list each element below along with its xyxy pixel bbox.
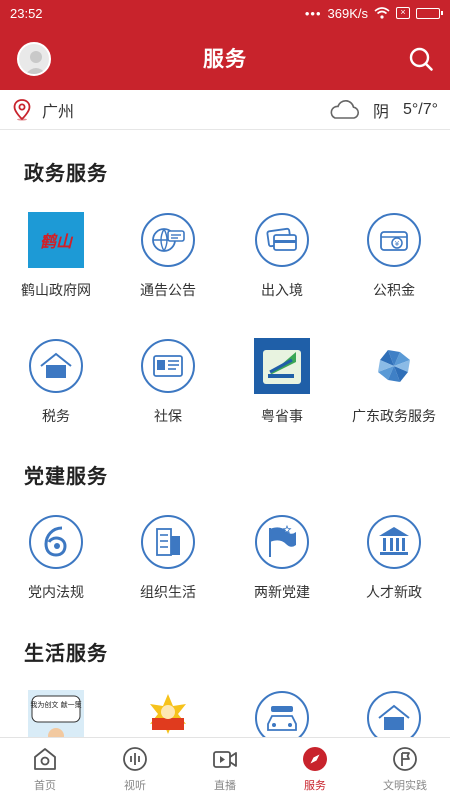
- network-speed: 369K/s: [327, 5, 368, 21]
- page-title: 服务: [203, 48, 247, 71]
- service-label: 鹤山政府网: [21, 282, 91, 298]
- tab-home[interactable]: 首页: [0, 738, 90, 800]
- service-housing-fund[interactable]: ¥ 公积金: [338, 212, 450, 300]
- app-header: 服务: [0, 26, 450, 90]
- yueshengshi-logo-icon: [254, 338, 310, 394]
- battery-icon: [416, 7, 443, 19]
- service-label: 粤省事: [261, 408, 303, 424]
- service-label: 组织生活: [140, 584, 196, 600]
- service-immigration[interactable]: 出入境: [226, 212, 338, 300]
- service-party-regulations[interactable]: 党内法规: [0, 514, 112, 602]
- civic-icon: [393, 747, 417, 771]
- service-two-new-party[interactable]: 两新党建: [226, 514, 338, 602]
- cards-icon: [255, 213, 309, 267]
- service-label: 党内法规: [28, 584, 84, 600]
- service-label: 出入境: [261, 282, 303, 298]
- service-label: 社保: [154, 408, 182, 424]
- law-icon: [29, 515, 83, 569]
- service-organization-life[interactable]: 组织生活: [112, 514, 224, 602]
- service-grid-row: 鹤山 鹤山政府网 通告公告 出入境 ¥ 公积金: [0, 212, 450, 322]
- svg-text:¥: ¥: [395, 240, 400, 248]
- location-bar: 广州 阴 5°/7°: [0, 90, 450, 130]
- wifi-icon: [374, 7, 390, 19]
- service-heshan-gov[interactable]: 鹤山 鹤山政府网: [0, 212, 112, 300]
- service-label: 两新党建: [254, 584, 310, 600]
- weather-condition: 阴: [372, 103, 389, 121]
- search-icon[interactable]: [408, 46, 434, 72]
- building-icon: [141, 515, 195, 569]
- audio-icon: [123, 747, 147, 771]
- section-title-government: 政务服务: [24, 163, 108, 185]
- status-time: 23:52: [10, 5, 43, 21]
- avatar[interactable]: [17, 42, 51, 76]
- heshan-logo-icon: 鹤山: [28, 212, 84, 268]
- institution-icon: [367, 515, 421, 569]
- service-label: 公积金: [373, 282, 415, 298]
- service-social-security[interactable]: 社保: [112, 338, 224, 426]
- announcement-icon: [141, 213, 195, 267]
- service-guangdong-gov[interactable]: 广东政务服务: [338, 338, 450, 426]
- tab-label: 文明实践: [383, 780, 427, 792]
- tab-audio-video[interactable]: 视听: [90, 738, 180, 800]
- service-announcements[interactable]: 通告公告: [112, 212, 224, 300]
- pinwheel-logo-icon: [378, 350, 410, 382]
- service-label: 通告公告: [140, 282, 196, 298]
- home-icon: [34, 748, 56, 770]
- compass-icon: [303, 747, 327, 771]
- service-label: 人才新政: [366, 584, 422, 600]
- tab-label: 服务: [304, 780, 326, 792]
- status-dots: •••: [304, 5, 322, 21]
- temperature: 5°/7°: [402, 100, 438, 118]
- service-label: 广东政务服务: [352, 408, 436, 424]
- cloudy-icon: [330, 99, 359, 119]
- tab-live[interactable]: 直播: [180, 738, 270, 800]
- tab-label: 首页: [34, 780, 56, 792]
- svg-text:鹤山: 鹤山: [40, 232, 74, 251]
- service-talent-policy[interactable]: 人才新政: [338, 514, 450, 602]
- section-title-life: 生活服务: [24, 643, 108, 665]
- tab-civic-practice[interactable]: 文明实践: [360, 738, 450, 800]
- bottom-tab-bar: 首页 视听 直播 服务 文明实践: [0, 737, 450, 800]
- service-grid-row: 税务 社保 粤省事 广东政务服务: [0, 338, 450, 448]
- video-icon: [213, 751, 237, 768]
- house-icon: [29, 339, 83, 393]
- id-card-icon: [141, 339, 195, 393]
- tab-services[interactable]: 服务: [270, 738, 360, 800]
- tab-label: 直播: [214, 780, 236, 792]
- service-tax[interactable]: 税务: [0, 338, 112, 426]
- location-pin-icon: [13, 98, 31, 120]
- city-name[interactable]: 广州: [42, 98, 327, 122]
- service-yueshengshi[interactable]: 粤省事: [226, 338, 338, 426]
- housing-fund-icon: ¥: [367, 213, 421, 267]
- comic-text: 我为创文 献一策: [30, 700, 81, 709]
- service-label: 税务: [42, 408, 70, 424]
- no-sim-icon: ×: [396, 7, 410, 19]
- service-grid-row: 党内法规 组织生活 两新党建 人才新政: [0, 514, 450, 624]
- section-title-party: 党建服务: [24, 466, 108, 488]
- flag-icon: [255, 515, 309, 569]
- status-bar: 23:52 ••• 369K/s ×: [0, 0, 450, 26]
- tab-label: 视听: [124, 780, 146, 792]
